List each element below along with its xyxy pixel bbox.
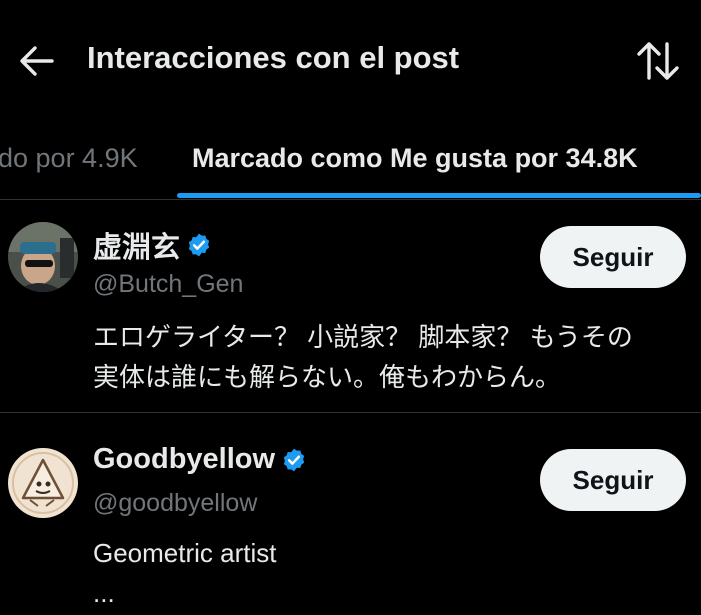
user-row[interactable]: 虚淵玄 @Butch_Gen Seguir エロゲライター？ 小説家？ 脚本家？…: [0, 200, 701, 412]
user-handle[interactable]: @Butch_Gen: [93, 270, 243, 299]
avatar[interactable]: [8, 448, 78, 518]
back-button[interactable]: [18, 44, 56, 78]
sort-button[interactable]: [636, 40, 680, 82]
tab-quotes[interactable]: do por 4.9K: [0, 143, 138, 174]
bio-line: ...: [93, 578, 115, 608]
follow-button[interactable]: Seguir: [540, 449, 686, 511]
user-bio: エロゲライター？ 小説家？ 脚本家？ もうその 実体は誰にも解らない。俺もわから…: [93, 317, 693, 397]
verified-badge-icon: [283, 448, 305, 471]
display-name[interactable]: 虚淵玄: [93, 224, 180, 266]
page-title: Interacciones con el post: [87, 40, 460, 75]
name-row: 虚淵玄: [93, 224, 212, 266]
arrow-left-icon: [20, 46, 54, 76]
avatar-image: [8, 222, 78, 292]
follow-button[interactable]: Seguir: [540, 226, 686, 288]
tab-likes[interactable]: Marcado como Me gusta por 34.8K: [192, 143, 638, 174]
avatar-image: [8, 448, 78, 518]
name-row: Goodbyellow: [93, 443, 307, 476]
display-name[interactable]: Goodbyellow: [93, 443, 275, 476]
active-tab-indicator: [177, 193, 701, 198]
bio-line: 実体は誰にも解らない。俺もわからん。: [93, 362, 562, 392]
bio-line: エロゲライター？ 小説家？ 脚本家？ もうその: [93, 322, 633, 352]
header: Interacciones con el post: [0, 0, 701, 122]
bio-line: Geometric artist: [93, 538, 277, 568]
sort-arrows-icon: [637, 42, 679, 80]
user-bio: Geometric artist ...: [93, 533, 673, 613]
user-row[interactable]: Goodbyellow @goodbyellow Seguir Geometri…: [0, 413, 701, 615]
user-handle[interactable]: @goodbyellow: [93, 489, 257, 518]
verified-badge-icon: [188, 233, 210, 257]
avatar[interactable]: [8, 222, 78, 292]
tab-bar: do por 4.9K Marcado como Me gusta por 34…: [0, 122, 701, 200]
